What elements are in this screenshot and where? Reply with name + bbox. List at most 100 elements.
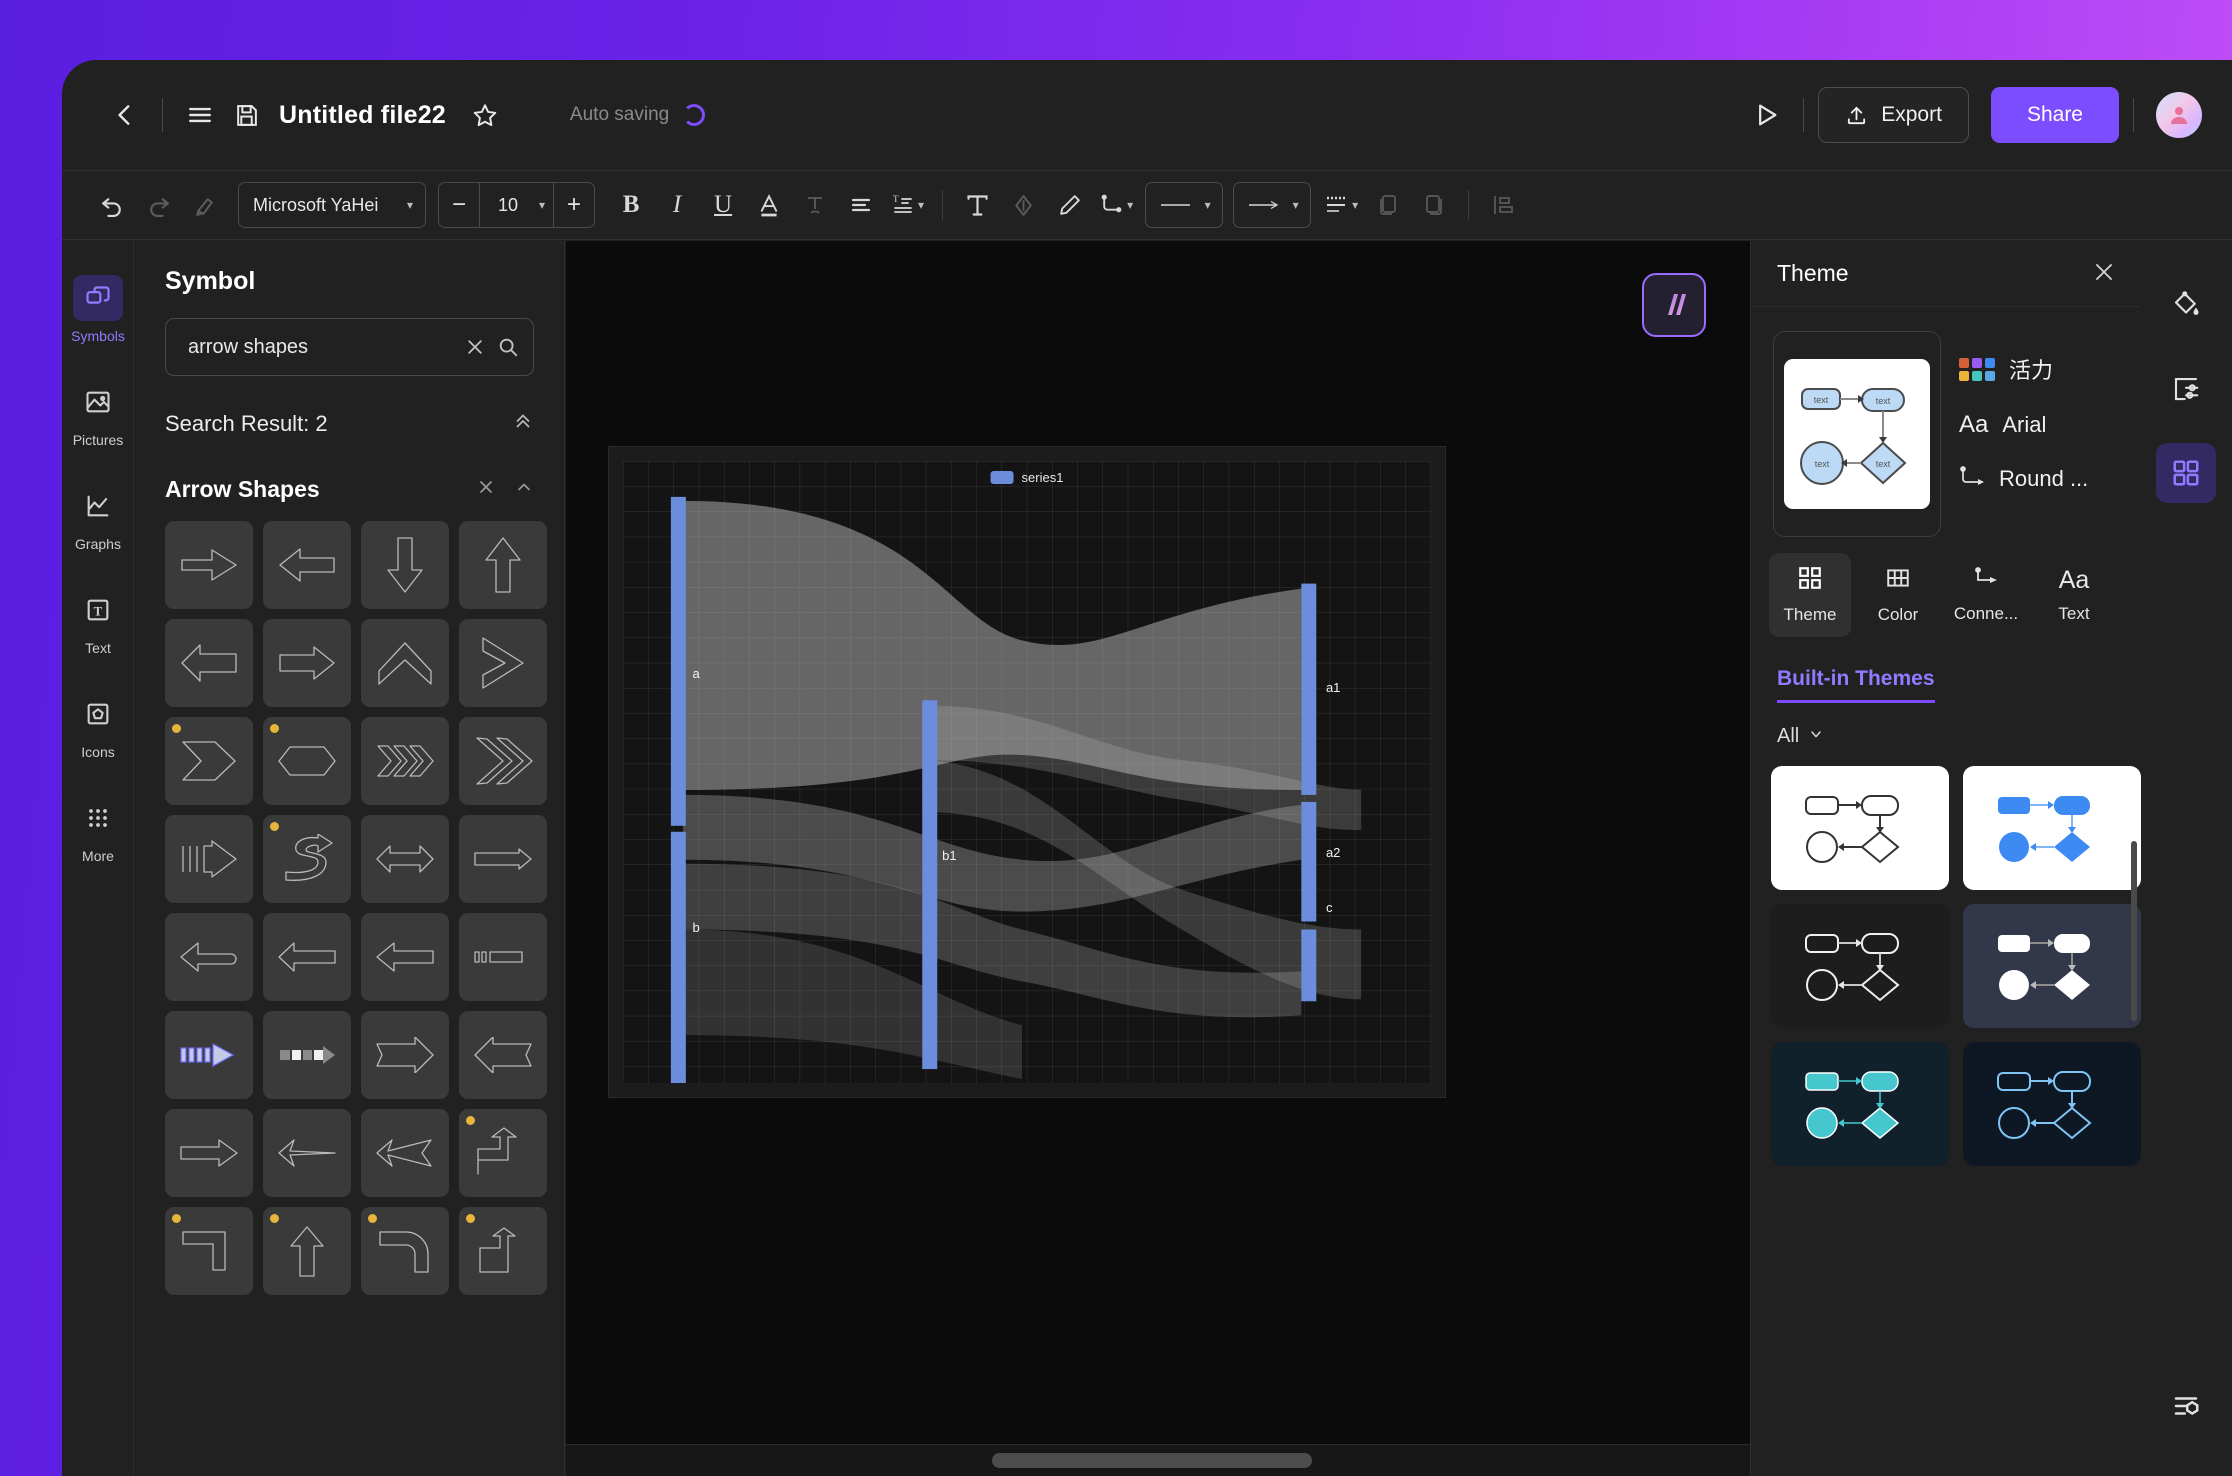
- theme-filter-dropdown[interactable]: All: [1777, 725, 1824, 748]
- line-dash-select[interactable]: ▾: [1317, 182, 1364, 228]
- sankey-chart-card[interactable]: a b b1 a1 a2 c series1: [608, 446, 1446, 1098]
- tab-text[interactable]: Aa Text: [2033, 553, 2115, 637]
- bring-to-front-icon[interactable]: [1366, 182, 1410, 228]
- export-button[interactable]: Export: [1818, 87, 1969, 143]
- theme-card-navy-blue-line[interactable]: [1963, 1042, 2141, 1166]
- theme-preview-thumbnail[interactable]: text text text text: [1773, 331, 1941, 537]
- shape-arrow-up-outline[interactable]: [263, 1207, 351, 1295]
- star-icon[interactable]: [462, 92, 508, 138]
- shape-double-chevron-right[interactable]: [459, 717, 547, 805]
- font-family-select[interactable]: Microsoft YaHei ▾: [238, 182, 426, 228]
- theme-font-row[interactable]: Aa Arial: [1959, 411, 2088, 439]
- shape-fill-icon[interactable]: [1001, 182, 1045, 228]
- format-painter-icon[interactable]: [182, 182, 226, 228]
- paint-bucket-icon[interactable]: [2156, 275, 2216, 335]
- shape-arrow-left-tapered[interactable]: [263, 1109, 351, 1197]
- shape-arrow-left-pentagon[interactable]: [165, 619, 253, 707]
- sidebar-item-icons[interactable]: Icons: [62, 673, 134, 777]
- close-icon[interactable]: [476, 476, 496, 503]
- chevron-down-icon[interactable]: ▾: [539, 198, 545, 212]
- connector-icon[interactable]: ▾: [1093, 182, 1139, 228]
- sidebar-item-pictures[interactable]: Pictures: [62, 361, 134, 465]
- undo-icon[interactable]: [90, 182, 134, 228]
- font-size-value[interactable]: 10: [480, 183, 536, 227]
- send-to-back-icon[interactable]: [1412, 182, 1456, 228]
- shape-arrow-left-rounded[interactable]: [165, 913, 253, 1001]
- shape-arrow-left-concave[interactable]: [459, 1011, 547, 1099]
- canvas-hscrollbar[interactable]: [566, 1444, 1750, 1476]
- clear-icon[interactable]: [465, 337, 485, 357]
- shape-double-headed-arrow[interactable]: [361, 815, 449, 903]
- list-settings-icon[interactable]: [2156, 1376, 2216, 1436]
- sidebar-item-more[interactable]: More: [62, 777, 134, 881]
- shape-elbow-corner-arrow[interactable]: [165, 1207, 253, 1295]
- theme-card-slate-white-fill[interactable]: [1963, 904, 2141, 1028]
- arrow-style-select[interactable]: ▾: [1233, 182, 1311, 228]
- shape-arrow-down[interactable]: [361, 521, 449, 609]
- search-icon[interactable]: [497, 336, 519, 358]
- shape-gray-dashed-arrow[interactable]: [263, 1011, 351, 1099]
- chevron-up-icon[interactable]: [514, 476, 534, 503]
- bold-button[interactable]: B: [609, 182, 653, 228]
- avatar[interactable]: [2156, 92, 2202, 138]
- chart-legend[interactable]: series1: [991, 470, 1064, 485]
- search-input[interactable]: [188, 336, 453, 359]
- ai-assistant-button[interactable]: [1642, 273, 1706, 337]
- theme-grid-icon[interactable]: [2156, 443, 2216, 503]
- scrollbar-thumb[interactable]: [992, 1453, 1312, 1468]
- theme-card-dark-outline[interactable]: [1771, 904, 1949, 1028]
- tab-connector[interactable]: Conne...: [1945, 553, 2027, 637]
- italic-button[interactable]: I: [655, 182, 699, 228]
- align-icon[interactable]: [839, 182, 883, 228]
- sidebar-item-symbols[interactable]: Symbols: [62, 257, 134, 361]
- shape-arrow-up[interactable]: [459, 521, 547, 609]
- shape-arrow-right-notched[interactable]: [165, 521, 253, 609]
- shape-s-curved-arrow[interactable]: [263, 815, 351, 903]
- theme-card-light-outline[interactable]: [1771, 766, 1949, 890]
- canvas-area[interactable]: a b b1 a1 a2 c series1: [566, 241, 1750, 1476]
- theme-card-teal-fill[interactable]: [1771, 1042, 1949, 1166]
- shape-arrow-right-thin[interactable]: [165, 1109, 253, 1197]
- theme-panel-scrollbar[interactable]: [2131, 841, 2137, 1021]
- sidebar-item-graphs[interactable]: Graphs: [62, 465, 134, 569]
- floppy-save-icon[interactable]: [223, 92, 269, 138]
- sidebar-item-text[interactable]: T Text: [62, 569, 134, 673]
- play-icon[interactable]: [1743, 92, 1789, 138]
- shape-bent-arrow-up[interactable]: [459, 1207, 547, 1295]
- shape-curved-elbow-arrow[interactable]: [361, 1207, 449, 1295]
- font-size-increase[interactable]: +: [554, 183, 594, 227]
- shape-arrow-left-swept[interactable]: [361, 1109, 449, 1197]
- shape-dashed-bar-arrow[interactable]: [459, 913, 547, 1001]
- text-box-icon[interactable]: [955, 182, 999, 228]
- shape-hexagon-flat[interactable]: [263, 717, 351, 805]
- shape-arrow-right-plain[interactable]: [263, 619, 351, 707]
- shape-blue-striped-arrow[interactable]: [165, 1011, 253, 1099]
- shape-elbow-arrow-up-right[interactable]: [459, 1109, 547, 1197]
- hamburger-menu-icon[interactable]: [177, 92, 223, 138]
- shape-arrow-right-concave[interactable]: [361, 1011, 449, 1099]
- theme-card-light-blue-fill[interactable]: [1963, 766, 2141, 890]
- shape-chevron-up-thick[interactable]: [361, 619, 449, 707]
- panel-settings-icon[interactable]: [2156, 359, 2216, 419]
- shape-chevron-right-thick[interactable]: [459, 619, 547, 707]
- pen-icon[interactable]: [1047, 182, 1091, 228]
- tab-theme[interactable]: Theme: [1769, 553, 1851, 637]
- back-button[interactable]: [102, 92, 148, 138]
- line-weight-select[interactable]: ▾: [1145, 182, 1223, 228]
- collapse-all-icon[interactable]: [512, 410, 534, 438]
- align-objects-icon[interactable]: [1481, 182, 1525, 228]
- tab-color[interactable]: Color: [1857, 553, 1939, 637]
- shape-striped-arrow-right[interactable]: [165, 815, 253, 903]
- shape-arrow-left-slim[interactable]: [263, 913, 351, 1001]
- shape-thin-bar-arrow[interactable]: [459, 815, 547, 903]
- font-color-button[interactable]: [747, 182, 791, 228]
- shape-triple-chevron-right[interactable]: [361, 717, 449, 805]
- theme-connector-row[interactable]: Round ...: [1959, 465, 2088, 493]
- theme-palette-row[interactable]: 活力: [1959, 353, 2088, 385]
- font-size-decrease[interactable]: −: [439, 183, 479, 227]
- share-button[interactable]: Share: [1991, 87, 2119, 143]
- underline-button[interactable]: U: [701, 182, 745, 228]
- canvas-surface[interactable]: a b b1 a1 a2 c series1: [566, 241, 1750, 1444]
- close-icon[interactable]: [2092, 260, 2116, 288]
- line-spacing-icon[interactable]: T ▾: [885, 182, 930, 228]
